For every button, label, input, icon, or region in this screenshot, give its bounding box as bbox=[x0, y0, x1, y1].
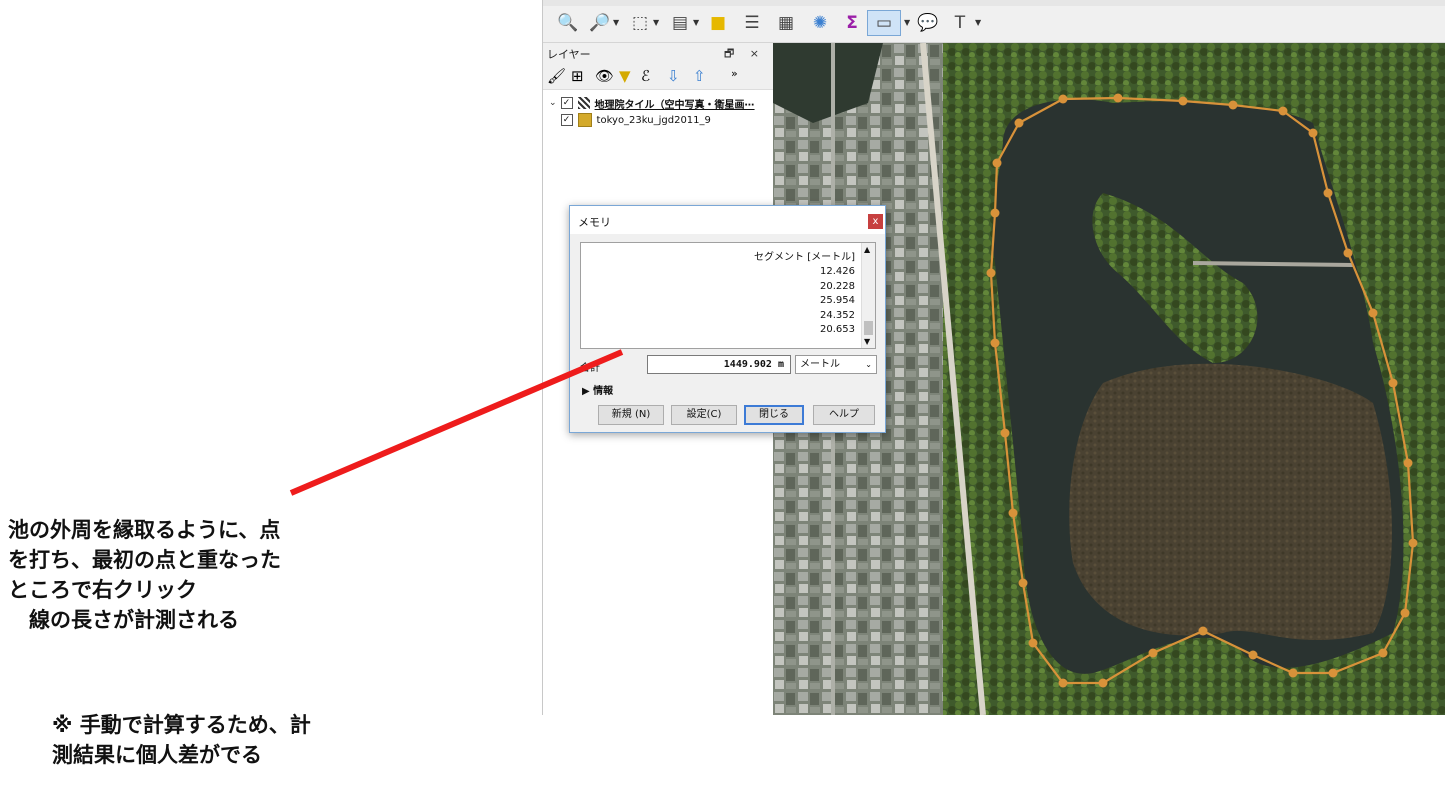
measure-vertex bbox=[1098, 678, 1108, 688]
measure-vertex bbox=[1368, 308, 1378, 318]
layer-name: 地理院タイル（空中写真・衛星画⋯ bbox=[594, 99, 755, 111]
measure-vertex bbox=[1178, 96, 1188, 106]
measure-vertex bbox=[992, 158, 1002, 168]
raster-icon bbox=[577, 97, 590, 109]
expression-icon[interactable]: ℰ bbox=[641, 67, 650, 85]
measure-vertex bbox=[1113, 93, 1123, 103]
segment-list[interactable]: セグメント [メートル] 12.426 20.228 25.954 24.352… bbox=[580, 242, 876, 349]
measure-vertex bbox=[1014, 118, 1024, 128]
style-icon[interactable]: 🖌 bbox=[547, 67, 566, 85]
measure-vertex bbox=[1400, 608, 1410, 618]
measure-vertex bbox=[1288, 668, 1298, 678]
measure-vertex bbox=[1278, 106, 1288, 116]
measure-vertex bbox=[1378, 648, 1388, 658]
chevron-down-icon[interactable]: ▼ bbox=[693, 18, 699, 27]
segment-value: 20.228 bbox=[820, 280, 855, 292]
layer-checkbox[interactable]: ✓ bbox=[560, 97, 573, 109]
measure-vertex bbox=[1008, 508, 1018, 518]
measure-vertex bbox=[990, 208, 1000, 218]
scroll-down-icon[interactable]: ▼ bbox=[864, 337, 870, 346]
dialog-titlebar: メモリ x bbox=[570, 206, 885, 234]
measure-vertex bbox=[1018, 578, 1028, 588]
measure-vertex bbox=[1228, 100, 1238, 110]
layer-toolbar: 🖌 ⊞ 👁 ▼ ℰ ⇩ ⇧ » bbox=[543, 63, 773, 90]
info-toggle[interactable]: ▶ 情報 bbox=[582, 382, 613, 397]
settings-icon[interactable]: ✺ bbox=[807, 10, 833, 36]
measure-dialog: メモリ x セグメント [メートル] 12.426 20.228 25.954 … bbox=[569, 205, 886, 433]
measure-vertex bbox=[986, 268, 996, 278]
measure-vertex bbox=[1148, 648, 1158, 658]
zoom-identify-icon[interactable]: 🔎 bbox=[587, 10, 613, 36]
measure-vertex bbox=[1058, 678, 1068, 688]
identify-icon[interactable]: 🔍 bbox=[555, 10, 581, 36]
layers-panel-title: レイヤー bbox=[547, 48, 591, 61]
expand-icon[interactable]: ⇩ bbox=[667, 67, 680, 85]
measure-vertex bbox=[1058, 94, 1068, 104]
total-label: 合計 bbox=[580, 363, 600, 374]
measure-icon[interactable]: ▭ bbox=[867, 10, 901, 36]
dialog-title: メモリ bbox=[578, 216, 611, 229]
segment-value: 20.653 bbox=[820, 324, 855, 335]
scroll-up-icon[interactable]: ▲ bbox=[864, 245, 870, 254]
chevron-down-icon[interactable]: ▼ bbox=[904, 18, 910, 27]
add-group-icon[interactable]: ⊞ bbox=[571, 67, 584, 85]
scroll-thumb[interactable] bbox=[864, 321, 873, 335]
unit-select[interactable]: メートル ⌄ bbox=[795, 355, 877, 374]
measure-vertex bbox=[1000, 428, 1010, 438]
collapse-icon[interactable]: ⇧ bbox=[693, 67, 706, 85]
polygon-icon bbox=[577, 113, 592, 127]
attribute-icon[interactable]: ▤ bbox=[667, 10, 693, 36]
measure-vertex bbox=[1323, 188, 1333, 198]
measure-vertex bbox=[1248, 650, 1258, 660]
measure-vertex bbox=[1308, 128, 1318, 138]
segment-value: 12.426 bbox=[820, 266, 855, 277]
layer-name: tokyo_23ku_jgd2011_9 bbox=[596, 114, 711, 126]
layer-row-tiles[interactable]: ⌄ ✓ 地理院タイル（空中写真・衛星画⋯ bbox=[549, 95, 755, 111]
filter-icon[interactable]: ▼ bbox=[619, 67, 631, 85]
text-icon[interactable]: T bbox=[947, 10, 973, 36]
measure-vertex bbox=[1388, 378, 1398, 388]
statistics-icon[interactable]: Σ bbox=[839, 10, 865, 36]
measure-vertex bbox=[1408, 538, 1418, 548]
segment-value: 25.954 bbox=[820, 295, 855, 306]
toolbar-strip bbox=[543, 0, 1445, 6]
close-icon[interactable]: x bbox=[868, 214, 883, 229]
chevron-down-icon[interactable]: ▼ bbox=[975, 18, 981, 27]
segment-values: 12.426 20.228 25.954 24.352 20.653 bbox=[820, 265, 855, 338]
help-button[interactable]: ヘルプ bbox=[813, 405, 875, 425]
layer-row-polygon[interactable]: ⌄ ✓ tokyo_23ku_jgd2011_9 bbox=[549, 112, 711, 128]
unit-value: メートル bbox=[800, 359, 840, 370]
chevron-down-icon[interactable]: ⌄ bbox=[549, 98, 557, 108]
total-value-field[interactable]: 1449.902 m bbox=[647, 355, 791, 374]
scrollbar[interactable]: ▲ ▼ bbox=[861, 243, 875, 348]
toolbar: 🔍 🔎 ▼ ⬚ ▼ ▤ ▼ ■ ☰ ▦ ✺ Σ ▭ ▼ 💬 T ▼ bbox=[543, 0, 1445, 43]
measure-vertex bbox=[1403, 458, 1413, 468]
attribute-table-icon[interactable]: ☰ bbox=[739, 10, 765, 36]
layers-panel-header: レイヤー 🗗 × bbox=[543, 43, 773, 63]
more-icon[interactable]: » bbox=[731, 67, 738, 80]
deselect-icon[interactable]: ■ bbox=[705, 10, 731, 36]
annotation-icon[interactable]: 💬 bbox=[915, 10, 941, 36]
measure-vertex bbox=[1343, 248, 1353, 258]
measure-vertex bbox=[1028, 638, 1038, 648]
layer-checkbox[interactable]: ✓ bbox=[560, 114, 573, 126]
select-icon[interactable]: ⬚ bbox=[627, 10, 653, 36]
measure-vertex bbox=[990, 338, 1000, 348]
segment-header: セグメント [メートル] bbox=[754, 252, 855, 263]
chevron-down-icon[interactable]: ▼ bbox=[653, 18, 659, 27]
panel-controls[interactable]: 🗗 × bbox=[724, 45, 765, 64]
eye-icon[interactable]: 👁 bbox=[595, 67, 614, 85]
caution-note: ※ 手動で計算するため、計 測結果に個人差がでる bbox=[52, 713, 311, 767]
chevron-down-icon[interactable]: ▼ bbox=[613, 18, 619, 27]
settings-button[interactable]: 設定(C) bbox=[671, 405, 737, 425]
measure-vertex bbox=[1328, 668, 1338, 678]
chevron-down-icon[interactable]: ⌄ bbox=[865, 356, 872, 373]
instruction-note: 池の外周を縁取るように、点 を打ち、最初の点と重なった ところで右クリック 線の… bbox=[8, 518, 281, 632]
field-calculator-icon[interactable]: ▦ bbox=[773, 10, 799, 36]
new-button[interactable]: 新規 (N) bbox=[598, 405, 664, 425]
segment-value: 24.352 bbox=[820, 309, 855, 321]
close-button[interactable]: 閉じる bbox=[744, 405, 804, 425]
measure-vertex bbox=[1198, 626, 1208, 636]
